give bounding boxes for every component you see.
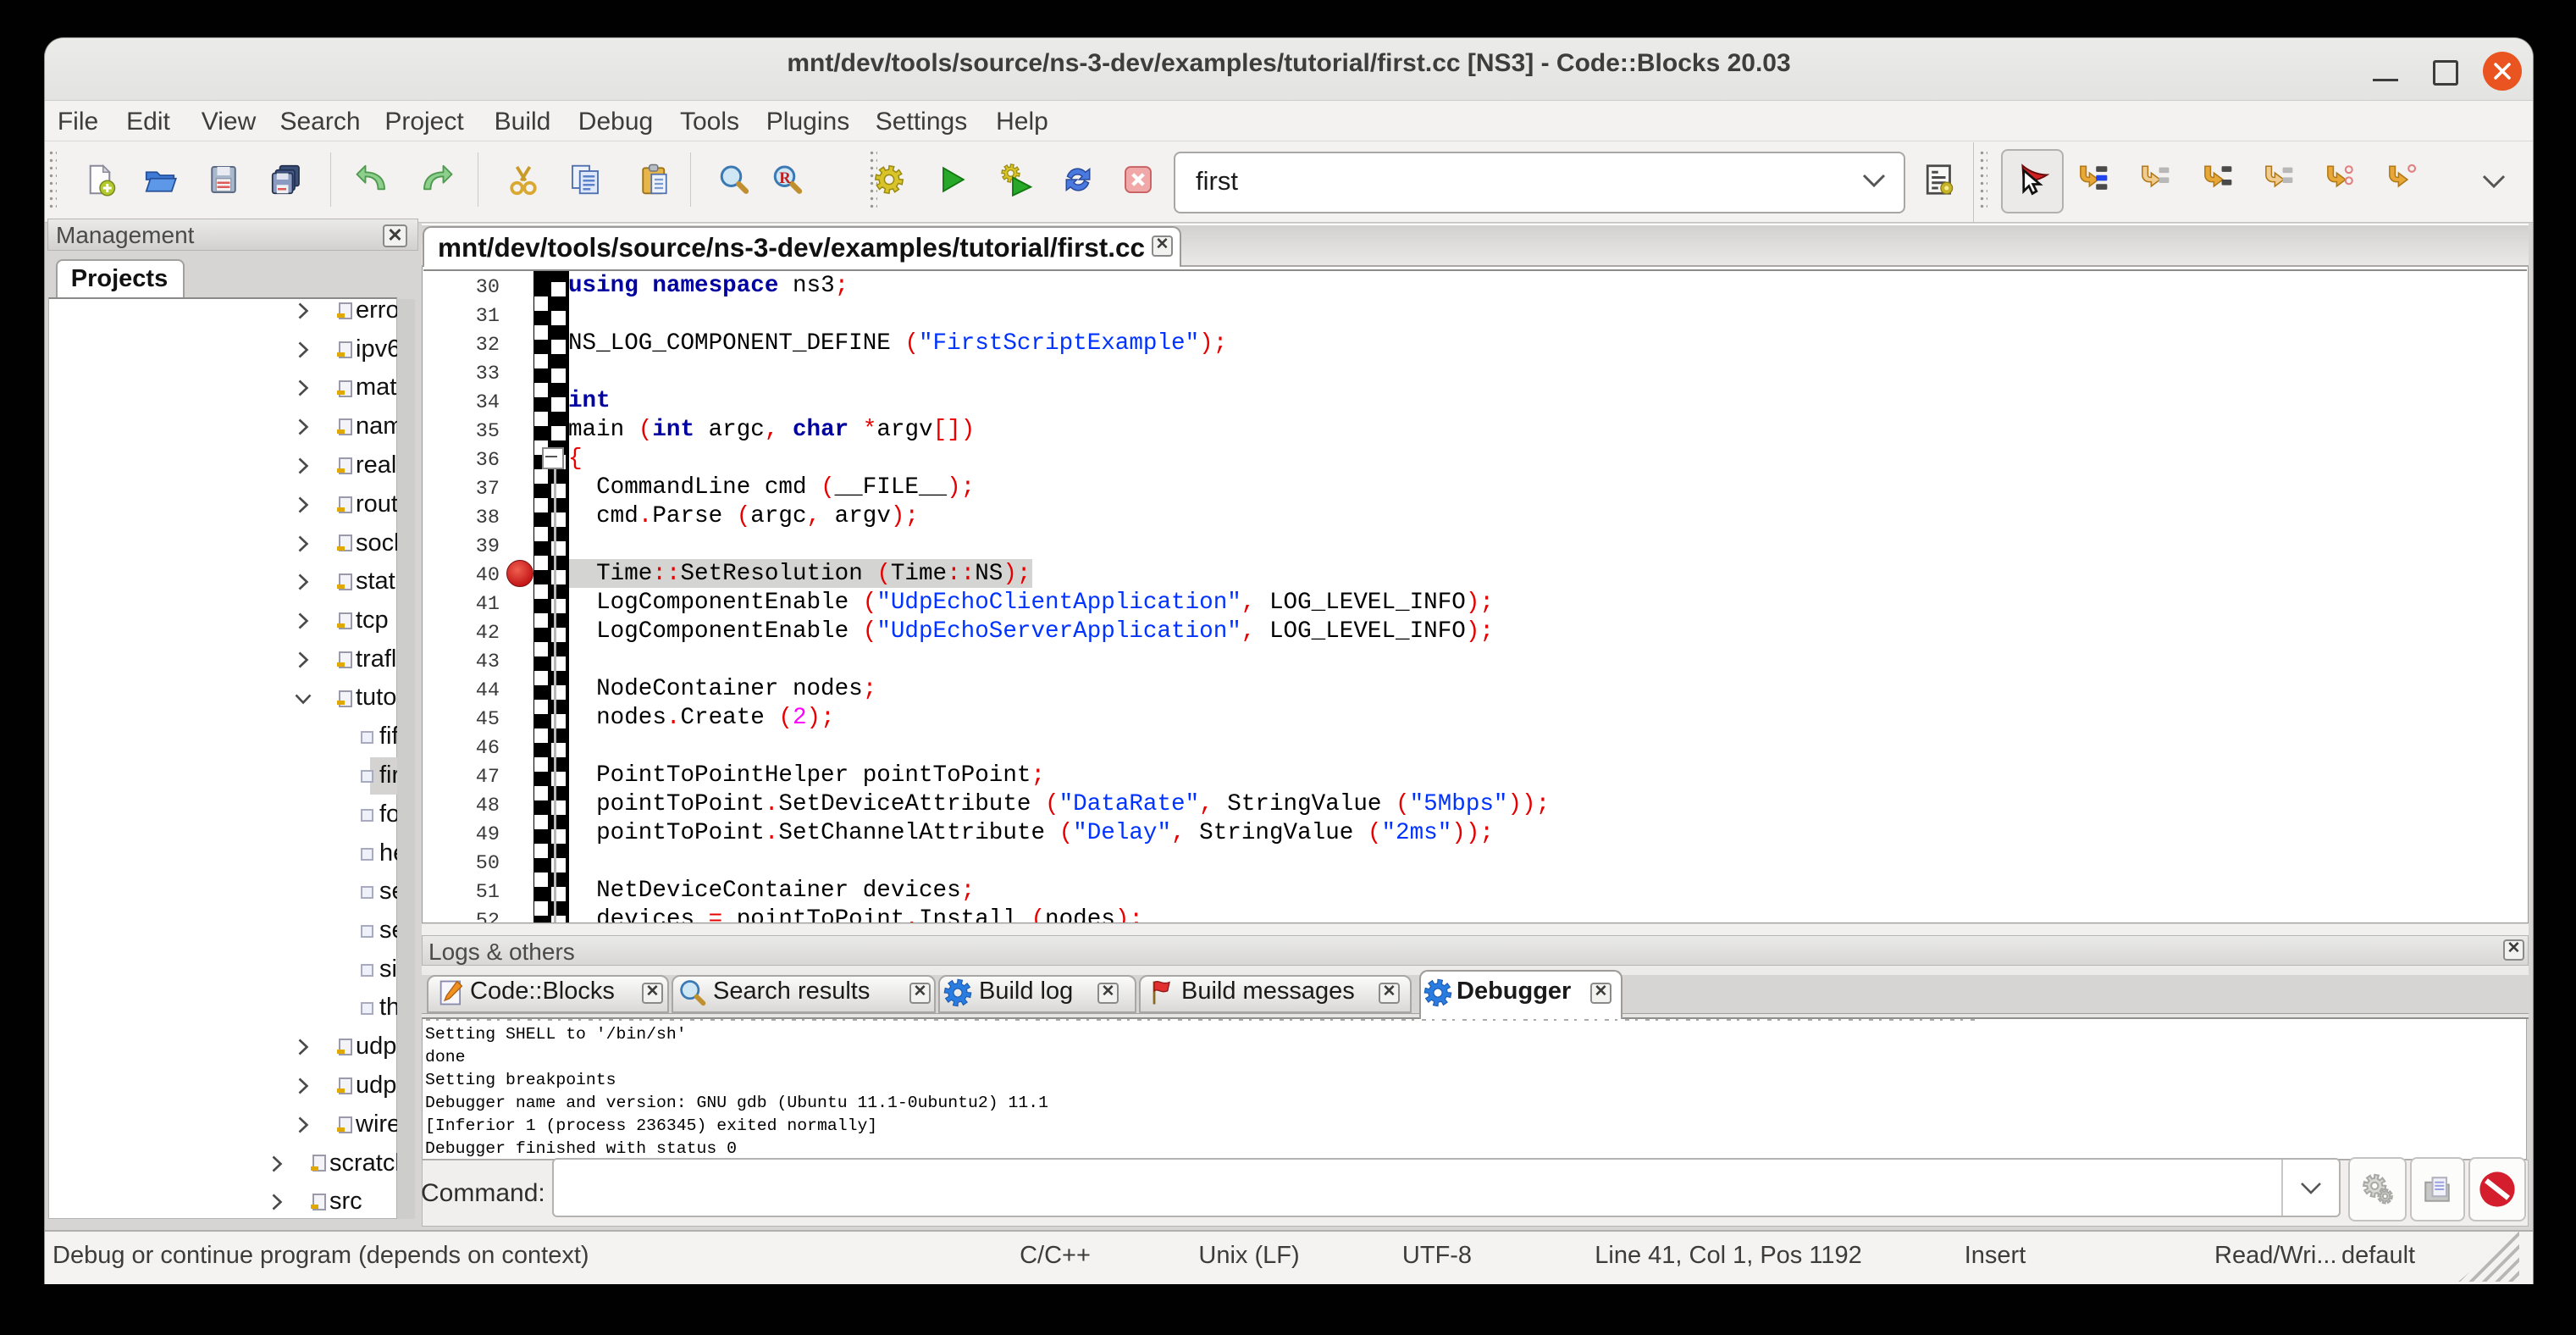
svg-text:R: R bbox=[779, 169, 791, 187]
